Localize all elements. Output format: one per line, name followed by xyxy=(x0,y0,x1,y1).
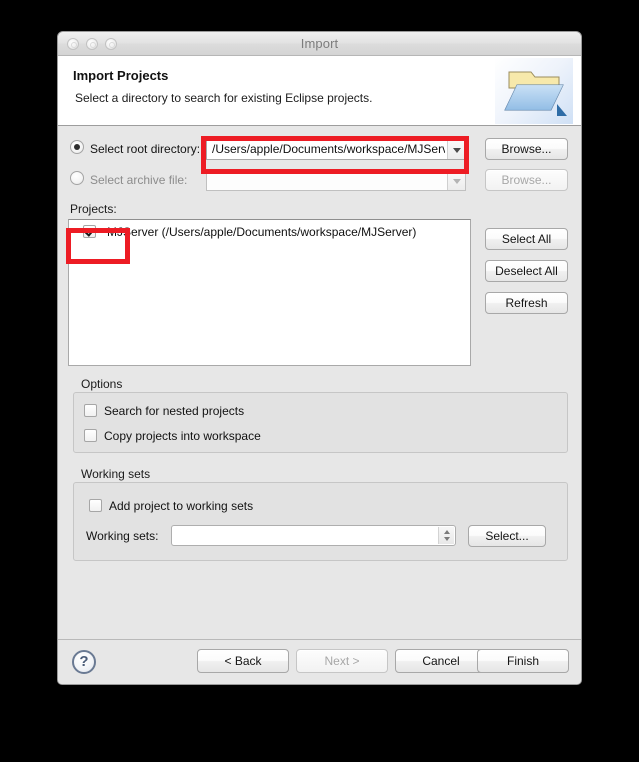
label-add-project-to-working-sets: Add project to working sets xyxy=(109,499,254,513)
page-title: Import Projects xyxy=(73,68,169,83)
projects-label: Projects: xyxy=(70,202,117,216)
radio-select-archive-file[interactable] xyxy=(70,171,84,185)
projects-list[interactable]: MJServer (/Users/apple/Documents/workspa… xyxy=(68,219,471,366)
browse-archive-file-button[interactable]: Browse... xyxy=(485,169,568,191)
wizard-body: Select root directory: /Users/apple/Docu… xyxy=(58,126,581,639)
deselect-all-button[interactable]: Deselect All xyxy=(485,260,568,282)
checkbox-add-project-to-working-sets[interactable] xyxy=(89,499,102,512)
page-subtitle: Select a directory to search for existin… xyxy=(75,91,373,105)
browse-root-directory-button[interactable]: Browse... xyxy=(485,138,568,160)
stepper-arrows-icon[interactable] xyxy=(438,527,454,544)
chevron-down-icon[interactable] xyxy=(447,139,465,159)
archive-file-combo[interactable] xyxy=(206,169,466,191)
chevron-down-icon[interactable] xyxy=(447,170,465,190)
label-search-nested-projects: Search for nested projects xyxy=(104,404,245,418)
wizard-header: Import Projects Select a directory to se… xyxy=(58,56,581,126)
list-item[interactable]: MJServer (/Users/apple/Documents/workspa… xyxy=(69,222,470,242)
window-title: Import xyxy=(300,36,339,51)
window-titlebar: Import xyxy=(58,32,581,56)
root-directory-value: /Users/apple/Documents/workspace/MJServe xyxy=(212,142,445,156)
options-group xyxy=(73,392,568,453)
working-sets-group-title: Working sets xyxy=(81,467,151,481)
project-checkbox[interactable] xyxy=(83,225,96,238)
finish-button[interactable]: Finish xyxy=(477,649,569,673)
working-sets-select-button[interactable]: Select... xyxy=(468,525,546,547)
working-sets-group xyxy=(73,482,568,561)
checkbox-search-nested-projects[interactable] xyxy=(84,404,97,417)
back-button[interactable]: < Back xyxy=(197,649,289,673)
working-sets-select[interactable] xyxy=(171,525,456,546)
select-all-button[interactable]: Select All xyxy=(485,228,568,250)
root-directory-combo[interactable]: /Users/apple/Documents/workspace/MJServe xyxy=(206,138,466,160)
project-name: MJServer (/Users/apple/Documents/workspa… xyxy=(107,225,417,239)
radio-select-root-directory[interactable] xyxy=(70,140,84,154)
label-select-root-directory: Select root directory: xyxy=(90,142,201,156)
label-working-sets-field: Working sets: xyxy=(86,529,159,543)
import-dialog: Import Import Projects Select a director… xyxy=(57,31,582,685)
open-folder-icon xyxy=(495,58,573,124)
next-button[interactable]: Next > xyxy=(296,649,388,673)
label-select-archive-file: Select archive file: xyxy=(90,173,188,187)
cancel-button[interactable]: Cancel xyxy=(395,649,487,673)
checkbox-copy-projects-into-workspace[interactable] xyxy=(84,429,97,442)
help-icon[interactable]: ? xyxy=(72,650,96,674)
options-group-title: Options xyxy=(81,377,123,391)
wizard-footer: ? < Back Next > Cancel Finish xyxy=(58,639,581,684)
label-copy-projects-into-workspace: Copy projects into workspace xyxy=(104,429,261,443)
refresh-button[interactable]: Refresh xyxy=(485,292,568,314)
